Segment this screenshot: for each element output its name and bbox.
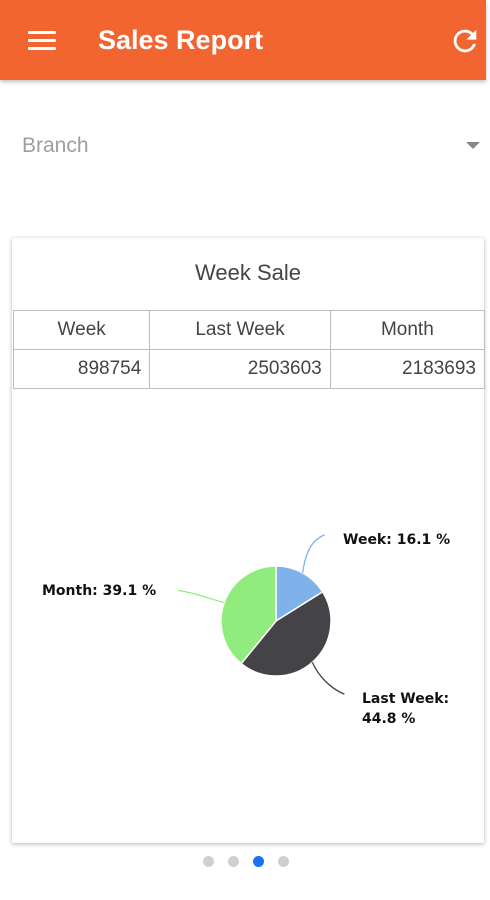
refresh-icon[interactable] bbox=[448, 24, 482, 58]
header-last-week: Last Week bbox=[149, 310, 331, 350]
value-last-week: 2503603 bbox=[149, 349, 331, 389]
branch-dropdown[interactable]: Branch bbox=[0, 120, 486, 176]
card-title: Week Sale bbox=[195, 260, 301, 285]
week-connector-line bbox=[302, 534, 325, 573]
value-week: 898754 bbox=[12, 349, 151, 389]
page-dot-2[interactable] bbox=[228, 856, 239, 867]
month-data-label: Month: 39.1 % bbox=[42, 583, 156, 599]
page-dot-4[interactable] bbox=[278, 856, 289, 867]
page-dot-3[interactable] bbox=[253, 856, 264, 867]
table-header-row: Week Last Week Month bbox=[12, 310, 486, 350]
page-dot-1[interactable] bbox=[203, 856, 214, 867]
week-data-label: Week: 16.1 % bbox=[343, 532, 450, 548]
value-month: 2183693 bbox=[329, 349, 486, 389]
dropdown-arrow-icon bbox=[466, 142, 480, 149]
last-week-connector-line bbox=[311, 661, 345, 695]
last-week-data-label: Last Week: bbox=[362, 691, 449, 707]
sales-table: Week Last Week Month 898754 2503603 2183… bbox=[12, 310, 486, 389]
page-indicator bbox=[203, 856, 303, 870]
table-row: 898754 2503603 2183693 bbox=[12, 349, 486, 389]
menu-icon[interactable] bbox=[28, 27, 60, 53]
header-month: Month bbox=[329, 310, 486, 350]
last-week-percent-label: 44.8 % bbox=[362, 711, 415, 727]
page-title: Sales Report bbox=[98, 25, 264, 55]
pie-chart: Week: 16.1 % Last Week: 44.8 % Month: 39.1 … bbox=[42, 532, 450, 727]
app-bar: Sales Report bbox=[0, 0, 486, 80]
header-week: Week bbox=[12, 310, 151, 350]
branch-label: Branch bbox=[22, 134, 89, 157]
month-connector-line bbox=[178, 589, 225, 604]
week-sale-card: Week Sale Week Last Week Month 898754 25… bbox=[12, 238, 486, 843]
